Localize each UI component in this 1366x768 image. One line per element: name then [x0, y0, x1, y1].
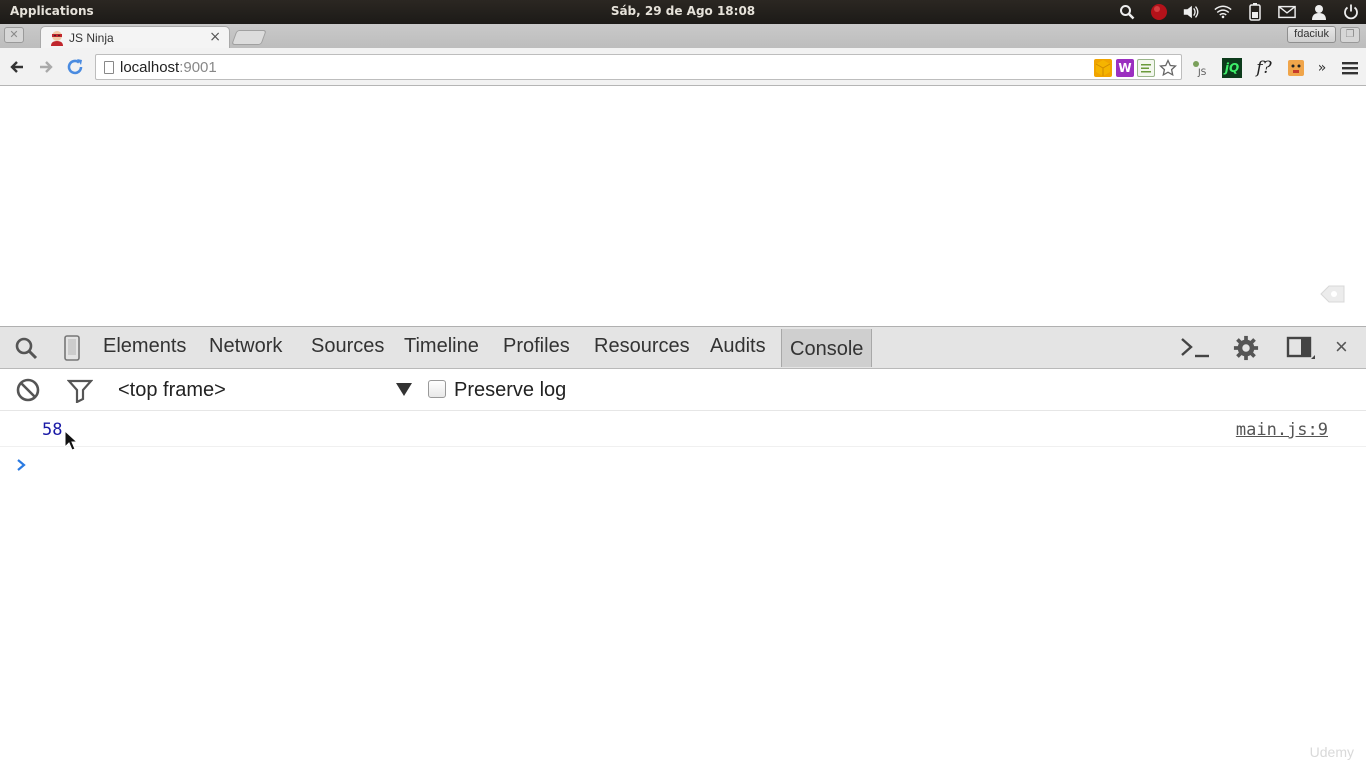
- devtools-close-icon[interactable]: ×: [1335, 334, 1348, 360]
- w-icon[interactable]: W: [1116, 59, 1134, 77]
- mouse-cursor-icon: [64, 429, 79, 452]
- jq-icon[interactable]: jQ: [1222, 58, 1242, 78]
- console-number-value[interactable]: 58: [42, 420, 62, 440]
- face-icon[interactable]: [1286, 58, 1306, 78]
- applications-menu[interactable]: Applications: [10, 4, 94, 18]
- tab-close-icon[interactable]: ×: [209, 29, 221, 45]
- console-message-row: 58 main.js:9: [0, 411, 1366, 447]
- tab-audits[interactable]: Audits: [710, 335, 766, 361]
- settings-gear-icon[interactable]: [1233, 335, 1259, 361]
- tag-icon: [1320, 284, 1346, 304]
- window-restore-button[interactable]: ❐: [1340, 27, 1360, 43]
- record-icon[interactable]: [1150, 3, 1168, 21]
- tab-title: JS Ninja: [69, 31, 114, 45]
- console-drawer-icon[interactable]: [1179, 335, 1211, 361]
- user-icon[interactable]: [1310, 3, 1328, 21]
- menu-icon[interactable]: [1340, 58, 1360, 78]
- window-close-button[interactable]: ✕: [4, 27, 24, 43]
- devtools-panel: Elements Network Sources Timeline Profil…: [0, 326, 1366, 768]
- search-icon[interactable]: [1118, 3, 1136, 21]
- address-bar[interactable]: localhost:9001 W: [95, 54, 1182, 80]
- clear-console-icon[interactable]: [15, 377, 41, 403]
- chevron-down-icon[interactable]: [396, 383, 412, 396]
- package-icon[interactable]: [1094, 59, 1112, 77]
- page-icon: [104, 61, 114, 74]
- overflow-icon[interactable]: »: [1312, 58, 1332, 78]
- os-top-panel: Applications Sáb, 29 de Ago 18:08: [0, 0, 1366, 24]
- profile-badge[interactable]: fdaciuk: [1287, 26, 1336, 43]
- dock-side-icon[interactable]: [1286, 335, 1316, 361]
- tab-timeline[interactable]: Timeline: [404, 335, 479, 361]
- forward-arrow-icon[interactable]: [36, 57, 56, 77]
- reload-icon[interactable]: [65, 57, 85, 77]
- filter-funnel-icon[interactable]: [67, 377, 93, 403]
- js-icon[interactable]: JS: [1190, 58, 1210, 78]
- devtools-tabbar: Elements Network Sources Timeline Profil…: [0, 326, 1366, 369]
- preserve-log-checkbox[interactable]: [428, 380, 446, 398]
- preserve-log-label[interactable]: Preserve log: [454, 379, 566, 402]
- back-arrow-icon[interactable]: [7, 57, 27, 77]
- frame-select[interactable]: <top frame>: [118, 379, 226, 402]
- battery-icon[interactable]: [1246, 3, 1264, 21]
- svg-text:JS: JS: [1197, 68, 1207, 78]
- volume-icon[interactable]: [1182, 3, 1200, 21]
- tab-resources[interactable]: Resources: [594, 335, 690, 361]
- inspect-search-icon[interactable]: [13, 335, 39, 361]
- tab-js-ninja[interactable]: JS Ninja ×: [40, 26, 230, 48]
- power-icon[interactable]: [1342, 3, 1360, 21]
- tab-network[interactable]: Network: [209, 335, 282, 361]
- bookmark-star-icon[interactable]: [1158, 58, 1178, 77]
- ninja-favicon-icon: [49, 30, 65, 46]
- fx-icon[interactable]: f?: [1254, 58, 1274, 78]
- console-filter-bar: <top frame> Preserve log: [0, 369, 1366, 411]
- url-text[interactable]: localhost:9001: [120, 59, 217, 76]
- browser-toolbar: localhost:9001 W JS jQ f? »: [0, 48, 1366, 86]
- tab-console[interactable]: Console: [781, 329, 873, 367]
- tab-elements[interactable]: Elements: [103, 335, 186, 361]
- wifi-icon[interactable]: [1214, 3, 1232, 21]
- browser-tab-strip: ✕ JS Ninja × fdaciuk ❐: [0, 24, 1366, 48]
- rss-icon[interactable]: [1137, 59, 1155, 77]
- new-tab-button[interactable]: [231, 30, 267, 45]
- tab-profiles[interactable]: Profiles: [503, 335, 570, 361]
- console-source-link[interactable]: main.js:9: [1236, 420, 1328, 440]
- console-prompt-icon[interactable]: [14, 457, 28, 471]
- page-viewport[interactable]: [0, 87, 1366, 326]
- device-mode-icon[interactable]: [59, 335, 85, 361]
- system-tray: [1118, 2, 1360, 22]
- mail-icon[interactable]: [1278, 3, 1296, 21]
- tab-sources[interactable]: Sources: [311, 335, 384, 361]
- udemy-watermark: Udemy: [1309, 744, 1354, 760]
